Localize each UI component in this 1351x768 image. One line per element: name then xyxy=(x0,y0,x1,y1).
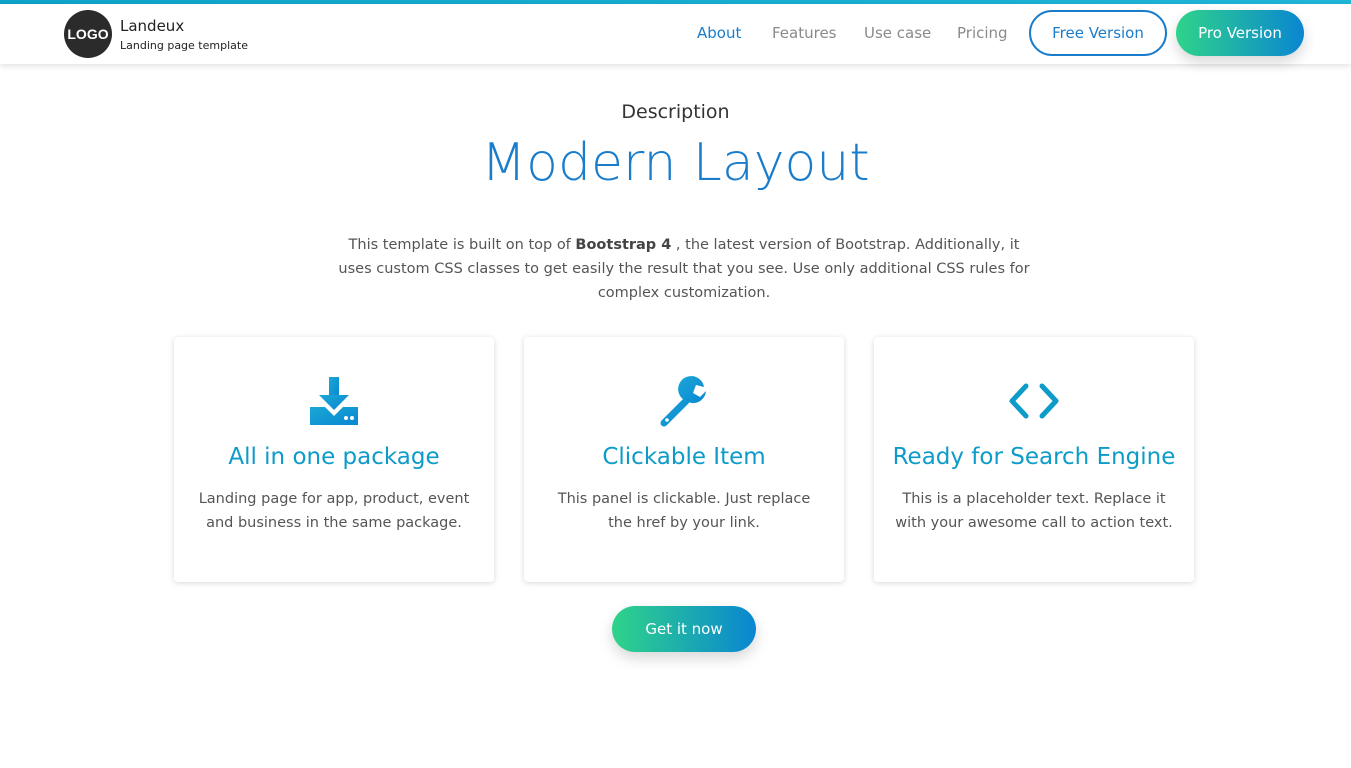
card-title: Clickable Item xyxy=(602,444,766,470)
logo[interactable]: LOGO xyxy=(64,10,112,58)
brand-tagline: Landing page template xyxy=(120,39,248,52)
feature-card-clickable[interactable]: Clickable Item This panel is clickable. … xyxy=(524,337,844,582)
card-title: All in one package xyxy=(228,444,440,470)
card-text: This is a placeholder text. Replace it w… xyxy=(895,491,1173,531)
feature-card-package[interactable]: All in one package Landing page for app,… xyxy=(174,337,494,582)
get-it-now-button[interactable]: Get it now xyxy=(612,606,756,652)
navbar: LOGO Landeux Landing page template About… xyxy=(0,4,1351,64)
code-icon xyxy=(874,373,1194,429)
section-label: Description xyxy=(621,101,730,123)
nav-item-features[interactable]: Features xyxy=(772,24,837,42)
intro-text-bold: Bootstrap 4 xyxy=(575,237,672,253)
intro-text: This template is built on top of Bootstr… xyxy=(330,233,1038,305)
download-icon xyxy=(174,373,494,429)
pro-version-button[interactable]: Pro Version xyxy=(1176,10,1304,56)
nav-item-about[interactable]: About xyxy=(697,24,741,42)
card-text: This panel is clickable. Just replace th… xyxy=(557,491,811,531)
wrench-icon xyxy=(524,373,844,429)
intro-text-start: This template is built on top of xyxy=(348,237,576,253)
card-text: Landing page for app, product, event and… xyxy=(198,491,470,531)
free-version-button[interactable]: Free Version xyxy=(1029,10,1167,56)
section-title: Modern Layout xyxy=(481,133,870,193)
brand-name[interactable]: Landeux xyxy=(120,17,184,35)
nav-item-pricing[interactable]: Pricing xyxy=(957,24,1008,42)
nav-item-use-case[interactable]: Use case xyxy=(864,24,931,42)
feature-card-search-engine[interactable]: Ready for Search Engine This is a placeh… xyxy=(874,337,1194,582)
card-title: Ready for Search Engine xyxy=(892,444,1176,470)
